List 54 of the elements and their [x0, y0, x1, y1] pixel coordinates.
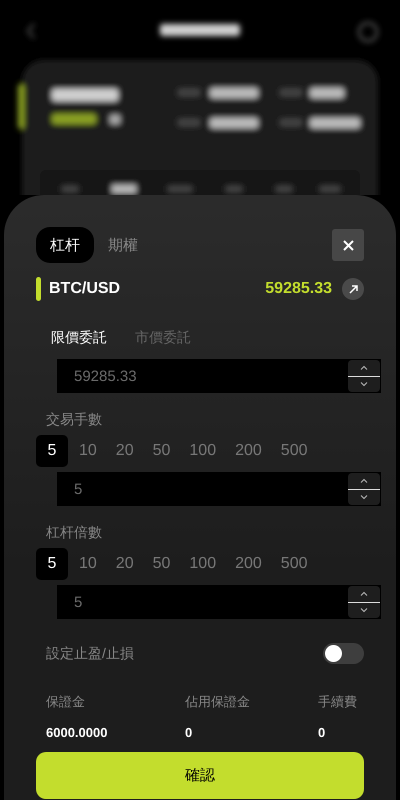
confirm-button[interactable]: 確認 — [36, 752, 364, 799]
close-button[interactable] — [332, 229, 364, 261]
setting-label: 設定止盈/止損 — [46, 644, 134, 662]
field-value: 5 — [73, 480, 84, 498]
preset-chip[interactable]: 10 — [71, 435, 105, 467]
open-chart-button[interactable] — [342, 278, 364, 300]
field-label: 杠杆倍數 — [46, 524, 102, 542]
pair-symbol: BTC/USD — [49, 280, 120, 298]
decrement-button[interactable] — [348, 490, 380, 505]
preset-chip[interactable]: 100 — [181, 435, 224, 467]
tab[interactable]: 期權 — [94, 227, 152, 263]
preset-chip[interactable]: 200 — [227, 548, 270, 580]
summary-value: 0 — [318, 725, 326, 740]
decrement-button[interactable] — [348, 602, 380, 618]
increment-button[interactable] — [348, 473, 380, 490]
chevron-down-icon — [360, 494, 368, 500]
chevron-down-icon — [360, 608, 368, 613]
order-type-tab[interactable]: 市價委託 — [131, 327, 195, 349]
summary-value: 6000.0000 — [46, 725, 108, 740]
field-value: 5 — [73, 594, 84, 610]
number-field[interactable]: 5 — [57, 585, 381, 619]
preset-chip[interactable]: 50 — [144, 435, 178, 467]
chevron-up-icon — [360, 365, 368, 370]
preset-chip[interactable]: 5 — [36, 435, 68, 467]
preset-chip[interactable]: 10 — [71, 548, 105, 580]
pair-price: 59285.33 — [265, 280, 332, 298]
close-icon — [342, 240, 354, 250]
number-field[interactable]: 59285.33 — [57, 359, 381, 393]
preset-chip[interactable]: 20 — [108, 435, 142, 467]
increment-button[interactable] — [348, 360, 380, 376]
preset-chip[interactable]: 50 — [144, 548, 178, 580]
summary-label: 手續費 — [318, 693, 357, 711]
field-value: 59285.33 — [73, 368, 138, 384]
preset-chip[interactable]: 500 — [272, 435, 316, 467]
preset-chip[interactable]: 20 — [108, 548, 142, 580]
accent-bar — [36, 277, 41, 301]
arrow-up-right-icon — [348, 284, 358, 294]
number-field[interactable]: 5 — [57, 472, 381, 506]
chevron-up-icon — [360, 478, 368, 484]
field-label: 交易手數 — [46, 411, 102, 429]
preset-chip[interactable]: 500 — [272, 548, 316, 580]
summary-label: 保證金 — [46, 693, 85, 711]
summary-value: 0 — [185, 725, 192, 740]
tab[interactable]: 杠杆 — [36, 227, 94, 263]
preset-chip[interactable]: 5 — [36, 548, 68, 580]
decrement-button[interactable] — [348, 376, 380, 392]
preset-chip[interactable]: 100 — [181, 548, 224, 580]
increment-button[interactable] — [348, 586, 380, 602]
summary-label: 佔用保證金 — [185, 693, 250, 711]
order-type-tab[interactable]: 限價委託 — [47, 327, 111, 349]
chevron-up-icon — [360, 591, 368, 596]
preset-chip[interactable]: 200 — [227, 435, 270, 467]
toggle-switch[interactable] — [323, 643, 364, 664]
chevron-down-icon — [360, 382, 368, 387]
